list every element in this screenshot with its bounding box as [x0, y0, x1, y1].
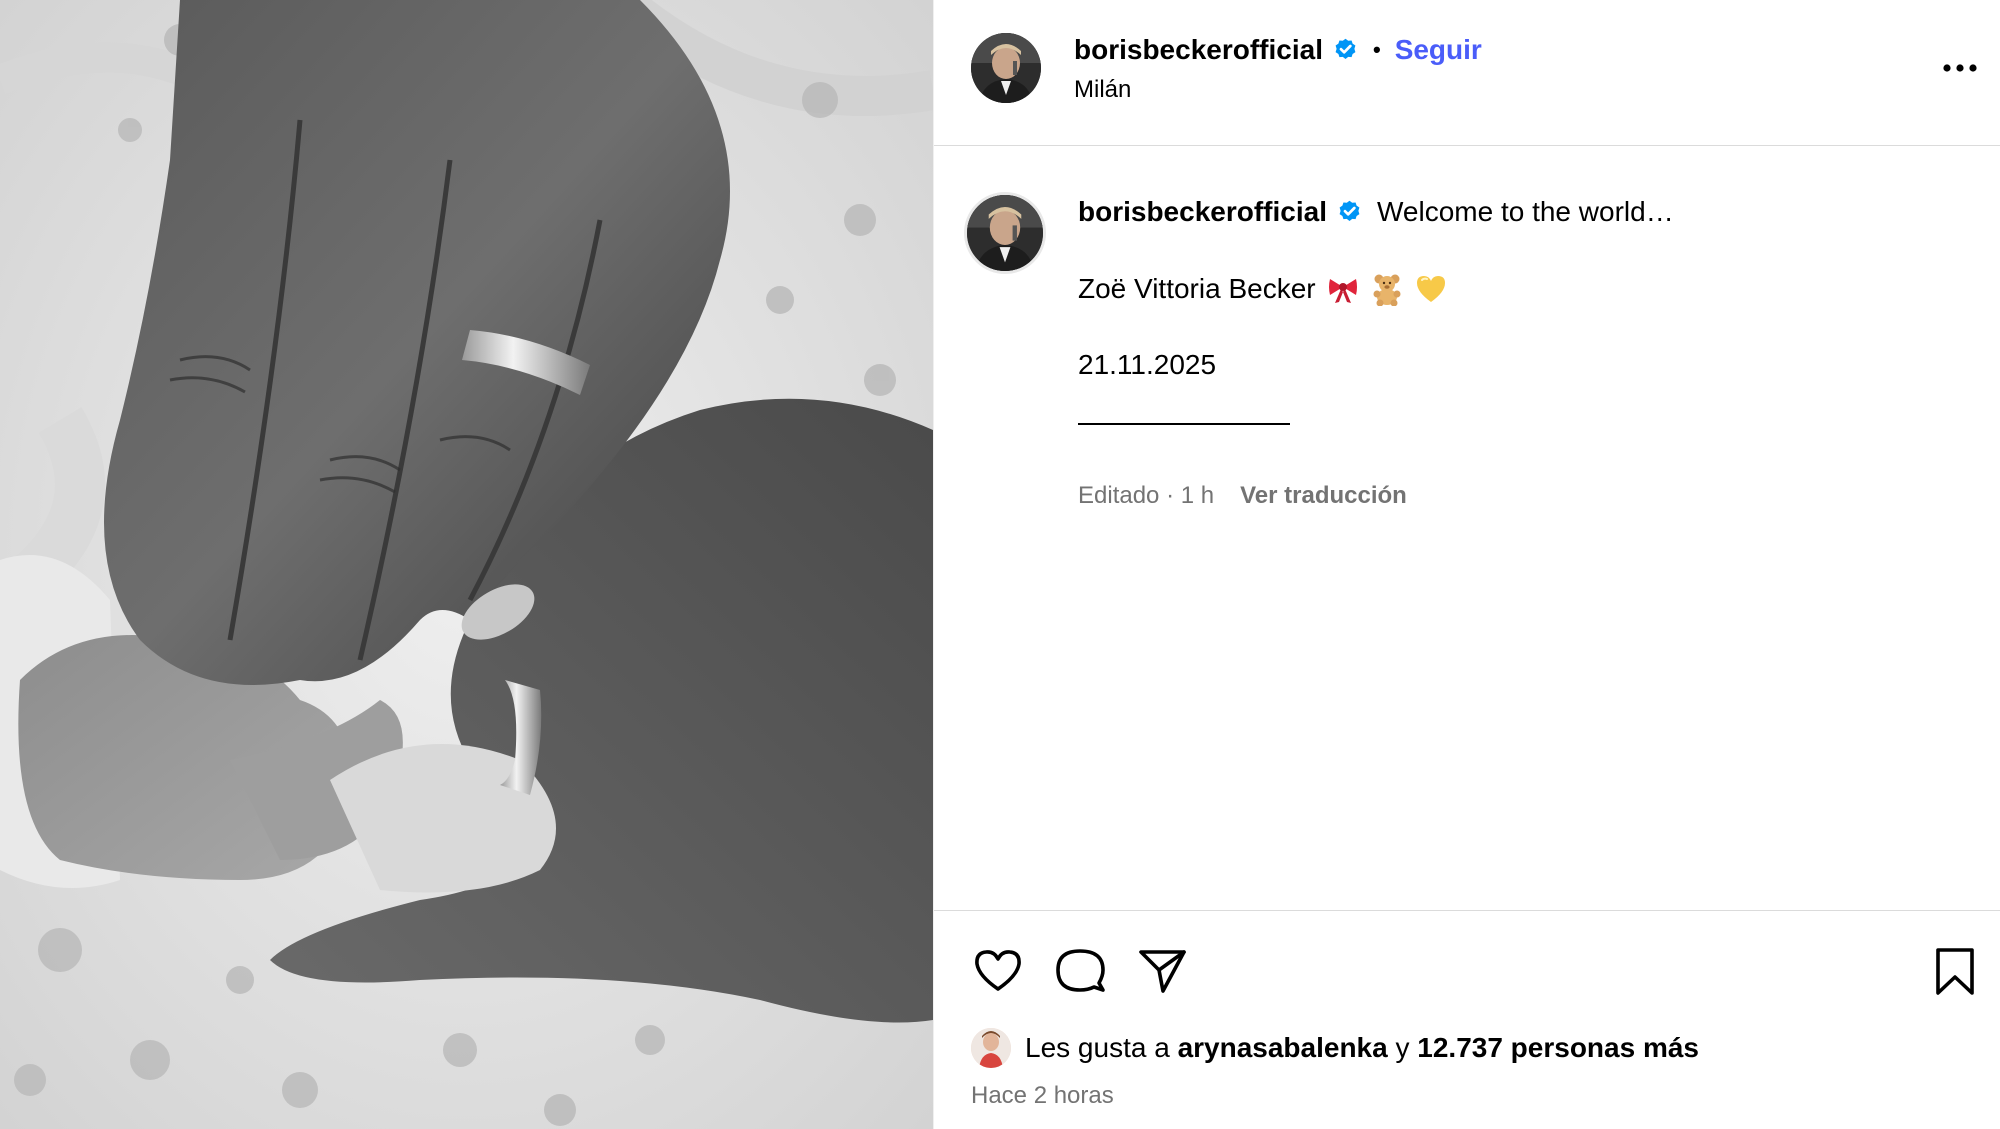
instagram-post-view: borisbeckerofficial • Seguir Milán boris…: [0, 0, 2000, 1129]
actions-bar: Les gusta a arynasabalenka y 12.737 pers…: [934, 910, 2000, 1129]
verified-badge-icon: [1335, 38, 1356, 59]
caption-text: Welcome to the world…: [1376, 196, 1674, 227]
caption-baby-name: Zoë Vittoria Becker: [1078, 273, 1316, 304]
edited-timestamp: Editado · 1 h: [1078, 482, 1215, 509]
caption-baby-name-line: Zoë Vittoria Becker: [1078, 272, 1448, 306]
ribbon-emoji: [1328, 279, 1357, 303]
author-avatar-image: [971, 33, 1041, 103]
liker-avatar-image: [971, 1028, 1011, 1068]
caption-avatar-image: [967, 195, 1043, 271]
caption-meta: Editado · 1 h Ver traducción: [1078, 482, 1407, 510]
heart-icon[interactable]: [971, 944, 1025, 998]
paper-plane-icon[interactable]: [1135, 944, 1189, 998]
bookmark-icon[interactable]: [1930, 944, 1980, 998]
hands-with-rings-photo: [0, 0, 933, 1129]
caption-divider-line: [1078, 415, 1290, 425]
comment-bubble-icon[interactable]: [1053, 944, 1107, 998]
likes-summary[interactable]: Les gusta a arynasabalenka y 12.737 pers…: [971, 1026, 1699, 1070]
caption-username[interactable]: borisbeckerofficial: [1078, 196, 1327, 228]
likes-prefix-text: Les gusta a: [1025, 1032, 1178, 1063]
follow-button[interactable]: Seguir: [1395, 34, 1482, 66]
more-horizontal-icon[interactable]: [1929, 52, 1989, 84]
likes-count[interactable]: 12.737 personas más: [1417, 1032, 1699, 1064]
caption-author-avatar[interactable]: [964, 192, 1046, 274]
yellow-heart-emoji: [1416, 276, 1445, 302]
likes-mid-text: y: [1387, 1032, 1418, 1063]
separator-dot: •: [1372, 37, 1381, 62]
author-username[interactable]: borisbeckerofficial: [1074, 34, 1323, 66]
caption-area: borisbeckerofficial Welcome to the world…: [934, 146, 2000, 910]
post-photo[interactable]: [0, 0, 933, 1129]
author-name-row: borisbeckerofficial • Seguir: [1074, 32, 1482, 68]
teddy-bear-emoji: [1373, 274, 1401, 306]
post-location[interactable]: Milán: [1074, 76, 1131, 104]
see-translation-button[interactable]: Ver traducción: [1240, 482, 1407, 510]
author-avatar[interactable]: [971, 33, 1041, 103]
caption-date: 21.11.2025: [1078, 349, 1217, 380]
post-time-ago[interactable]: Hace 2 horas: [971, 1082, 1114, 1110]
liker-username[interactable]: arynasabalenka: [1178, 1032, 1388, 1064]
liker-avatar[interactable]: [971, 1028, 1011, 1068]
post-header: borisbeckerofficial • Seguir Milán: [934, 0, 2000, 146]
caption-first-line: borisbeckerofficial Welcome to the world…: [1078, 194, 1674, 230]
post-side-panel: borisbeckerofficial • Seguir Milán boris…: [933, 0, 2000, 1129]
verified-badge-icon: [1339, 200, 1360, 221]
